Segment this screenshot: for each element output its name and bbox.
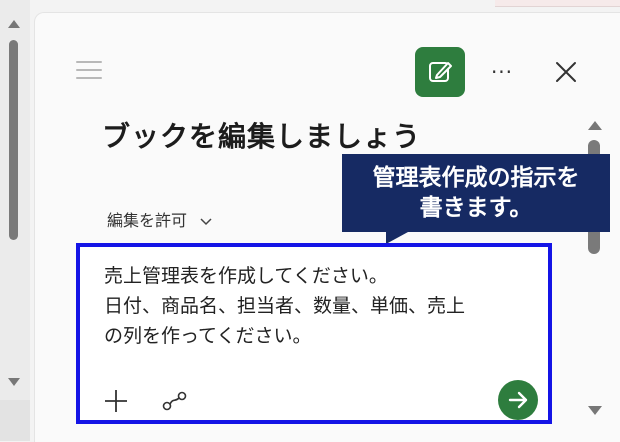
top-edge-strip xyxy=(495,0,620,7)
edit-icon xyxy=(429,62,452,82)
arrow-right-icon xyxy=(508,391,528,409)
more-options-button[interactable]: ··· xyxy=(486,60,518,84)
prompt-input-text[interactable]: 売上管理表を作成してください。 日付、商品名、担当者、数量、単価、売上 の列を作… xyxy=(104,261,544,351)
hamburger-icon[interactable] xyxy=(76,61,102,81)
left-scrollbar-thumb[interactable] xyxy=(9,40,18,240)
left-scroll-up-arrow[interactable] xyxy=(8,20,20,28)
plus-icon xyxy=(105,390,127,412)
send-button[interactable] xyxy=(498,380,538,420)
annotation-callout: 管理表作成の指示を 書きます。 xyxy=(342,154,610,232)
callout-line-2: 書きます。 xyxy=(419,195,533,221)
left-bottom-area xyxy=(0,400,30,441)
right-scroll-down-arrow[interactable] xyxy=(588,406,602,415)
edit-button[interactable] xyxy=(415,47,465,97)
link-icon xyxy=(162,391,187,411)
chevron-down-icon xyxy=(200,217,212,225)
close-button[interactable] xyxy=(551,57,581,87)
attach-button[interactable] xyxy=(160,388,190,414)
prompt-line-2: 日付、商品名、担当者、数量、単価、売上 xyxy=(104,295,466,317)
callout-line-1: 管理表作成の指示を xyxy=(372,165,580,191)
close-icon xyxy=(556,62,576,82)
left-scroll-down-arrow[interactable] xyxy=(8,378,20,386)
prompt-line-3: の列を作ってください。 xyxy=(104,325,312,347)
permission-label: 編集を許可 xyxy=(107,211,188,230)
right-scroll-up-arrow[interactable] xyxy=(588,121,602,130)
prompt-line-1: 売上管理表を作成してください。 xyxy=(104,265,388,287)
permission-dropdown[interactable]: 編集を許可 xyxy=(107,207,212,231)
add-button[interactable] xyxy=(101,386,131,416)
panel-title: ブックを編集しましょう xyxy=(102,120,422,153)
